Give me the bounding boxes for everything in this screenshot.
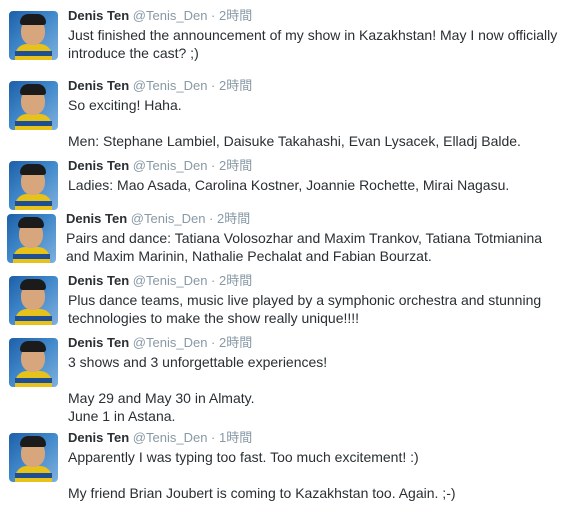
user-name[interactable]: Denis Ten bbox=[68, 78, 129, 93]
tweet-text: Plus dance teams, music live played by a… bbox=[68, 291, 568, 327]
user-handle[interactable]: @Tenis_Den bbox=[133, 430, 208, 445]
avatar[interactable] bbox=[9, 276, 58, 325]
timestamp[interactable]: 2時間 bbox=[219, 273, 252, 288]
separator-dot: · bbox=[211, 8, 216, 23]
avatar[interactable] bbox=[7, 214, 56, 263]
tweet-line: June 1 in Astana. bbox=[68, 408, 176, 424]
tweet-header: Denis Ten @Tenis_Den · 2時間 bbox=[68, 273, 252, 289]
tweet-line: So exciting! Haha. bbox=[68, 97, 182, 113]
tweet-header: Denis Ten @Tenis_Den · 1時間 bbox=[68, 430, 252, 446]
tweet-line: Apparently I was typing too fast. Too mu… bbox=[68, 449, 419, 465]
tweet-header: Denis Ten @Tenis_Den · 2時間 bbox=[68, 8, 252, 24]
avatar[interactable] bbox=[9, 338, 58, 387]
tweet-text: So exciting! Haha. Men: Stephane Lambiel… bbox=[68, 96, 568, 150]
tweet-header: Denis Ten @Tenis_Den · 2時間 bbox=[66, 211, 250, 227]
avatar[interactable] bbox=[9, 161, 58, 210]
timestamp[interactable]: 2時間 bbox=[217, 211, 250, 226]
tweet-line: My friend Brian Joubert is coming to Kaz… bbox=[68, 485, 456, 501]
user-handle[interactable]: @Tenis_Den bbox=[133, 8, 208, 23]
tweet-line: Pairs and dance: Tatiana Volosozhar and … bbox=[66, 230, 543, 264]
timestamp[interactable]: 1時間 bbox=[219, 430, 252, 445]
avatar[interactable] bbox=[9, 11, 58, 60]
tweet-line: Just finished the announcement of my sho… bbox=[68, 27, 558, 61]
tweet-header: Denis Ten @Tenis_Den · 2時間 bbox=[68, 78, 252, 94]
timestamp[interactable]: 2時間 bbox=[219, 78, 252, 93]
user-name[interactable]: Denis Ten bbox=[68, 430, 129, 445]
tweet-line: Men: Stephane Lambiel, Daisuke Takahashi… bbox=[68, 133, 521, 149]
separator-dot: · bbox=[211, 273, 216, 288]
separator-dot: · bbox=[209, 211, 214, 226]
user-handle[interactable]: @Tenis_Den bbox=[133, 273, 208, 288]
user-name[interactable]: Denis Ten bbox=[68, 158, 129, 173]
tweet-line: May 29 and May 30 in Almaty. bbox=[68, 390, 255, 406]
separator-dot: · bbox=[211, 335, 216, 350]
tweet-text: Just finished the announcement of my sho… bbox=[68, 26, 568, 62]
tweet-line: 3 shows and 3 unforgettable experiences! bbox=[68, 354, 328, 370]
user-name[interactable]: Denis Ten bbox=[68, 273, 129, 288]
tweet-header: Denis Ten @Tenis_Den · 2時間 bbox=[68, 335, 252, 351]
user-name[interactable]: Denis Ten bbox=[66, 211, 127, 226]
avatar[interactable] bbox=[9, 81, 58, 130]
user-handle[interactable]: @Tenis_Den bbox=[131, 211, 206, 226]
tweet-line: Ladies: Mao Asada, Carolina Kostner, Joa… bbox=[68, 177, 510, 193]
timestamp[interactable]: 2時間 bbox=[219, 335, 252, 350]
timestamp[interactable]: 2時間 bbox=[219, 8, 252, 23]
user-handle[interactable]: @Tenis_Den bbox=[133, 158, 208, 173]
user-handle[interactable]: @Tenis_Den bbox=[133, 335, 208, 350]
user-name[interactable]: Denis Ten bbox=[68, 335, 129, 350]
separator-dot: · bbox=[211, 430, 216, 445]
tweet-header: Denis Ten @Tenis_Den · 2時間 bbox=[68, 158, 252, 174]
user-handle[interactable]: @Tenis_Den bbox=[133, 78, 208, 93]
tweet-text: Ladies: Mao Asada, Carolina Kostner, Joa… bbox=[68, 176, 568, 194]
separator-dot: · bbox=[211, 158, 216, 173]
tweet-text: Apparently I was typing too fast. Too mu… bbox=[68, 448, 568, 502]
user-name[interactable]: Denis Ten bbox=[68, 8, 129, 23]
tweet-text: Pairs and dance: Tatiana Volosozhar and … bbox=[66, 229, 566, 265]
tweet-text: 3 shows and 3 unforgettable experiences!… bbox=[68, 353, 568, 425]
timestamp[interactable]: 2時間 bbox=[219, 158, 252, 173]
avatar[interactable] bbox=[9, 433, 58, 482]
tweet-line: Plus dance teams, music live played by a… bbox=[68, 292, 542, 326]
separator-dot: · bbox=[211, 78, 216, 93]
